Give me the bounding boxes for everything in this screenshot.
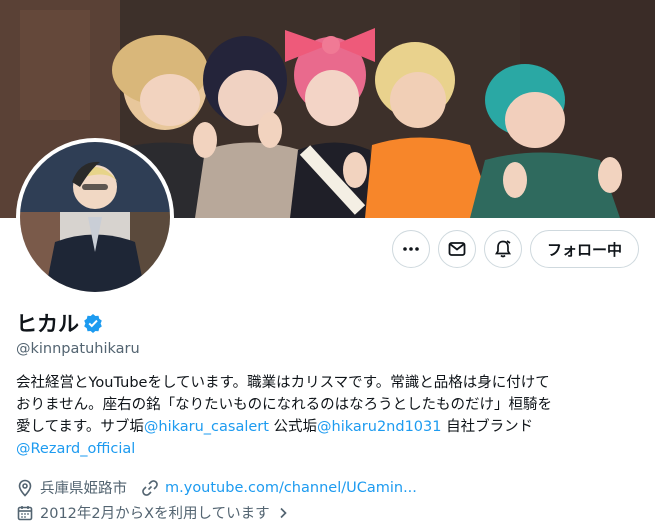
bio-text: 自社ブランド — [441, 419, 534, 435]
bio-line-3: 愛してます。サブ垢@hikaru_casalert 公式垢@hikaru2nd1… — [16, 416, 641, 438]
mail-icon — [448, 242, 466, 256]
chevron-right-icon — [280, 507, 287, 518]
profile-avatar[interactable] — [16, 138, 174, 296]
message-button[interactable] — [437, 230, 476, 268]
website-link[interactable]: m.youtube.com/channel/UCamin... — [165, 480, 417, 496]
profile-handle: @kinnpatuhikaru — [16, 341, 140, 357]
profile-name-row: ヒカル — [16, 308, 103, 338]
location-text: 兵庫県姫路市 — [40, 481, 127, 497]
website-item[interactable]: m.youtube.com/channel/UCamin... — [141, 479, 417, 497]
bio-text: 公式垢 — [268, 419, 318, 435]
verified-badge-icon[interactable] — [83, 313, 103, 333]
profile-bio: 会社経営とYouTubeをしています。職業はカリスマです。常識と品格は身に付けて… — [16, 372, 641, 460]
profile-actions: フォロー中 — [391, 230, 639, 268]
more-button[interactable] — [391, 230, 430, 268]
bio-line-4: @Rezard_official — [16, 438, 641, 460]
bell-icon — [494, 240, 511, 258]
location-item: 兵庫県姫路市 — [16, 477, 127, 498]
mention-sub-account[interactable]: @hikaru_casalert — [144, 419, 269, 435]
notify-button[interactable] — [483, 230, 522, 268]
link-icon — [142, 479, 158, 496]
more-dots-icon — [403, 247, 419, 251]
profile-meta: 兵庫県姫路市 m.youtube.com/channel/UCamin... — [16, 477, 417, 498]
calendar-icon — [17, 505, 33, 520]
display-name: ヒカル — [16, 312, 79, 336]
mention-brand-account[interactable]: @Rezard_official — [16, 441, 135, 457]
bio-line-1: 会社経営とYouTubeをしています。職業はカリスマです。常識と品格は身に付けて — [16, 375, 550, 391]
following-button[interactable]: フォロー中 — [529, 230, 639, 268]
joined-text: 2012年2月からXを利用しています — [40, 506, 270, 522]
avatar-photo — [20, 142, 170, 292]
joined-date[interactable]: 2012年2月からXを利用しています — [16, 502, 290, 523]
mention-official-account[interactable]: @hikaru2nd1031 — [317, 419, 441, 435]
location-pin-icon — [18, 479, 32, 497]
bio-text: 愛してます。サブ垢 — [16, 419, 144, 435]
bio-line-2: おりません。座右の銘「なりたいものになれるのはなろうとしたものだけ」桓騎を — [16, 397, 553, 413]
